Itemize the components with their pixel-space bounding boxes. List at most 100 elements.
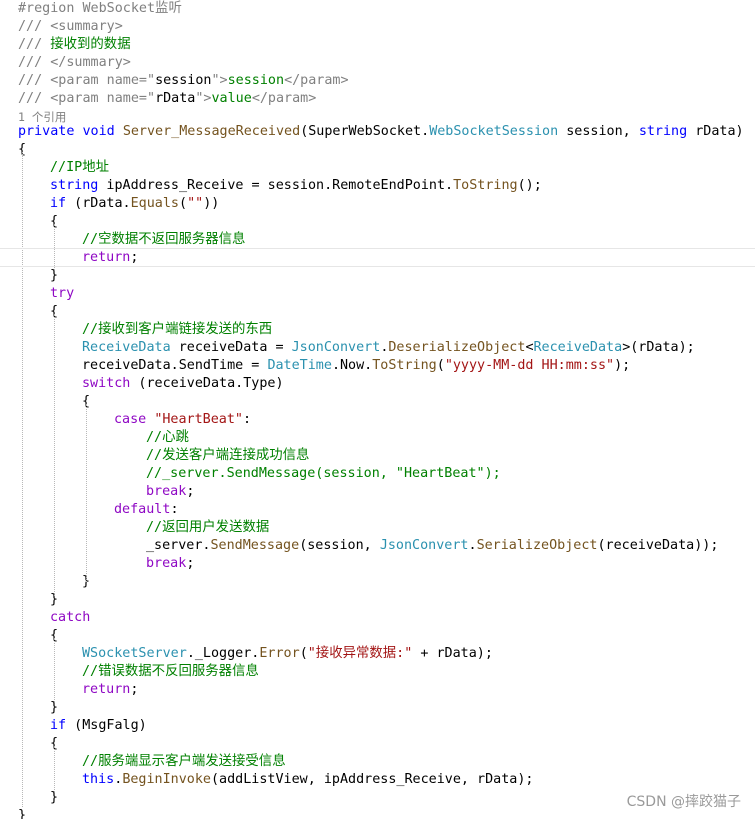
- code-token: try: [50, 286, 75, 301]
- code-token: );: [614, 358, 631, 373]
- code-token: ">: [211, 73, 228, 88]
- code-token: _server.: [146, 538, 211, 553]
- code-token: break: [146, 484, 187, 499]
- code-token: (receiveData));: [597, 538, 719, 553]
- code-line: //空数据不返回服务器信息: [82, 231, 245, 249]
- code-line: this.BeginInvoke(addListView, ipAddress_…: [82, 771, 533, 789]
- code-line: switch (receiveData.Type): [82, 375, 284, 393]
- code-token: string: [50, 178, 99, 193]
- code-token: "接收异常数据:": [307, 646, 413, 661]
- indent-guide: [86, 404, 87, 582]
- code-editor[interactable]: #region WebSocket监听 /// <summary> /// 接收到的…: [0, 0, 755, 819]
- code-line: /// <param name="session">session</param…: [18, 72, 349, 90]
- code-token: }: [50, 790, 59, 805]
- code-token: #region WebSocket监听: [18, 1, 182, 16]
- code-line: //发送客户端连接成功信息: [146, 447, 309, 465]
- code-token: if: [50, 196, 67, 211]
- code-line: if (rData.Equals("")): [50, 195, 219, 213]
- code-token: session,: [558, 124, 639, 139]
- code-line: try: [50, 285, 74, 303]
- code-token: WSocketServer: [82, 646, 187, 661]
- code-token: if: [50, 718, 67, 733]
- code-token: ">: [195, 91, 212, 106]
- code-token: return: [82, 682, 131, 697]
- code-token: :: [243, 412, 252, 427]
- code-token: }: [50, 268, 59, 283]
- code-token: ToString: [453, 178, 518, 193]
- code-token: //_server.SendMessage(session, "HeartBea…: [146, 466, 501, 481]
- indent-guide: [54, 224, 55, 270]
- code-token: (session,: [299, 538, 380, 553]
- code-line: WSocketServer._Logger.Error("接收异常数据:" + …: [82, 645, 493, 663]
- code-token: session: [155, 73, 212, 88]
- code-token: ReceiveData: [82, 340, 171, 355]
- code-token: )): [203, 196, 220, 211]
- code-line: /// </summary>: [18, 54, 131, 72]
- code-token: ReceiveData: [533, 340, 623, 355]
- code-token: case: [114, 412, 147, 427]
- code-line: case "HeartBeat":: [114, 411, 251, 429]
- code-token: /// </summary>: [18, 55, 131, 70]
- code-line: receiveData.SendTime = DateTime.Now.ToSt…: [82, 357, 630, 375]
- code-token: rData): [687, 124, 744, 139]
- code-token: ();: [517, 178, 542, 193]
- code-token: .: [468, 538, 477, 553]
- code-token: rData: [155, 91, 196, 106]
- code-token: return: [82, 250, 131, 265]
- code-token: ///: [18, 37, 51, 52]
- code-line: catch: [50, 609, 90, 627]
- code-token: (MsgFalg): [66, 718, 147, 733]
- code-line: //IP地址: [50, 159, 109, 177]
- code-line: /// 接收到的数据: [18, 36, 131, 54]
- code-token: 接收到的数据: [50, 37, 131, 52]
- code-token: ._Logger.: [186, 646, 260, 661]
- code-token: ;: [130, 250, 139, 265]
- code-token: //心跳: [146, 430, 189, 445]
- code-token: //IP地址: [50, 160, 110, 175]
- code-line: string ipAddress_Receive = session.Remot…: [50, 177, 542, 195]
- current-line-highlight: [0, 266, 755, 267]
- code-token: /// <param name=": [18, 91, 156, 106]
- code-token: WebSocketSession: [429, 124, 559, 139]
- code-token: //返回用户发送数据: [146, 520, 270, 535]
- code-token: receiveData.SendTime =: [82, 358, 268, 373]
- code-token: "yyyy-MM-dd HH:mm:ss": [444, 358, 615, 373]
- code-token: </param>: [284, 73, 349, 88]
- code-token: Error: [259, 646, 300, 661]
- code-line: //服务端显示客户端发送接受信息: [82, 753, 286, 771]
- code-line: break;: [146, 555, 194, 573]
- code-line: ReceiveData receiveData = JsonConvert.De…: [82, 339, 695, 357]
- current-line-highlight: [0, 248, 755, 249]
- code-token: //错误数据不反回服务器信息: [82, 664, 259, 679]
- code-token: (: [179, 196, 188, 211]
- code-token: //接收到客户端链接发送的东西: [82, 322, 273, 337]
- code-token: + rData);: [412, 646, 493, 661]
- code-token: >(rData);: [622, 340, 695, 355]
- code-token: DateTime: [267, 358, 332, 373]
- code-token: </param>: [251, 91, 317, 106]
- code-token: break: [146, 556, 187, 571]
- code-token: BeginInvoke: [122, 772, 211, 787]
- code-token: (: [299, 646, 308, 661]
- code-token: Server_MessageReceived: [122, 124, 301, 139]
- code-token: catch: [50, 610, 91, 625]
- code-token: JsonConvert: [379, 538, 469, 553]
- code-line: default:: [114, 501, 179, 519]
- code-token: :: [170, 502, 179, 517]
- code-line: return;: [82, 681, 138, 699]
- indent-guide: [54, 638, 55, 702]
- code-token: //发送客户端连接成功信息: [146, 448, 310, 463]
- code-token: (rData.: [66, 196, 131, 211]
- code-token: //服务端显示客户端发送接受信息: [82, 754, 286, 769]
- indent-guide: [54, 746, 55, 792]
- code-line: private void Server_MessageReceived(Supe…: [18, 123, 744, 141]
- indent-guide: [22, 152, 23, 807]
- code-token: private: [18, 124, 75, 139]
- code-line: }: [18, 807, 26, 819]
- code-token: ;: [186, 556, 195, 571]
- code-token: default: [114, 502, 171, 517]
- code-token: ;: [186, 484, 195, 499]
- code-token: SendMessage: [210, 538, 300, 553]
